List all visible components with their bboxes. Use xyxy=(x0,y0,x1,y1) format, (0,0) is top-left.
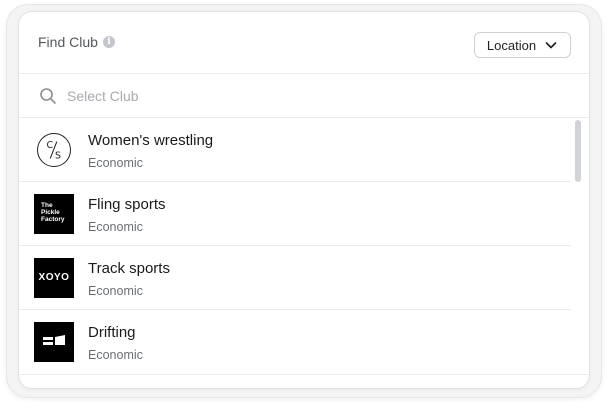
club-name: Track sports xyxy=(88,260,170,277)
cs-logo-letter-s: S xyxy=(55,150,61,161)
club-category: Economic xyxy=(88,156,143,170)
club-category: Economic xyxy=(88,284,143,298)
list-item-club[interactable]: C S Women's wrestling Economic xyxy=(19,118,571,182)
club-name: Fling sports xyxy=(88,196,166,213)
location-dropdown-button[interactable]: Location xyxy=(474,32,571,58)
list-item-club[interactable]: XOYO Track sports Economic xyxy=(19,246,571,310)
club-list: C S Women's wrestling Economic The Pickle… xyxy=(19,118,571,374)
list-item-club[interactable]: Drifting Economic xyxy=(19,310,571,374)
cs-logo-mark: C S xyxy=(46,140,61,161)
info-icon[interactable]: i xyxy=(102,36,115,48)
xoyo-logo: XOYO xyxy=(34,258,74,298)
find-club-panel: Find Club i Location C S Women's xyxy=(18,11,590,389)
cs-circle-logo: C S xyxy=(37,133,71,167)
club-category: Economic xyxy=(88,348,143,362)
pickle-factory-logo-text: The Pickle Factory xyxy=(41,202,65,223)
club-category: Economic xyxy=(88,220,143,234)
list-scrollbar[interactable] xyxy=(575,120,581,182)
cs-logo-letter-c: C xyxy=(46,140,53,151)
search-bar xyxy=(19,74,589,118)
block-logo-mark xyxy=(43,335,65,345)
title-group: Find Club i xyxy=(38,34,115,50)
pickle-factory-logo: The Pickle Factory xyxy=(34,194,74,234)
panel-title: Find Club xyxy=(38,34,98,50)
block-logo xyxy=(34,322,74,362)
xoyo-logo-text: XOYO xyxy=(38,272,70,283)
search-icon xyxy=(40,88,56,104)
club-name: Women's wrestling xyxy=(88,132,214,149)
chevron-down-icon xyxy=(545,42,557,49)
panel-header: Find Club i Location xyxy=(19,12,589,74)
location-button-label: Location xyxy=(486,37,537,53)
search-input[interactable] xyxy=(67,85,547,107)
list-bottom-divider xyxy=(19,374,589,375)
list-item-club[interactable]: The Pickle Factory Fling sports Economic xyxy=(19,182,571,246)
club-name: Drifting xyxy=(88,324,136,341)
